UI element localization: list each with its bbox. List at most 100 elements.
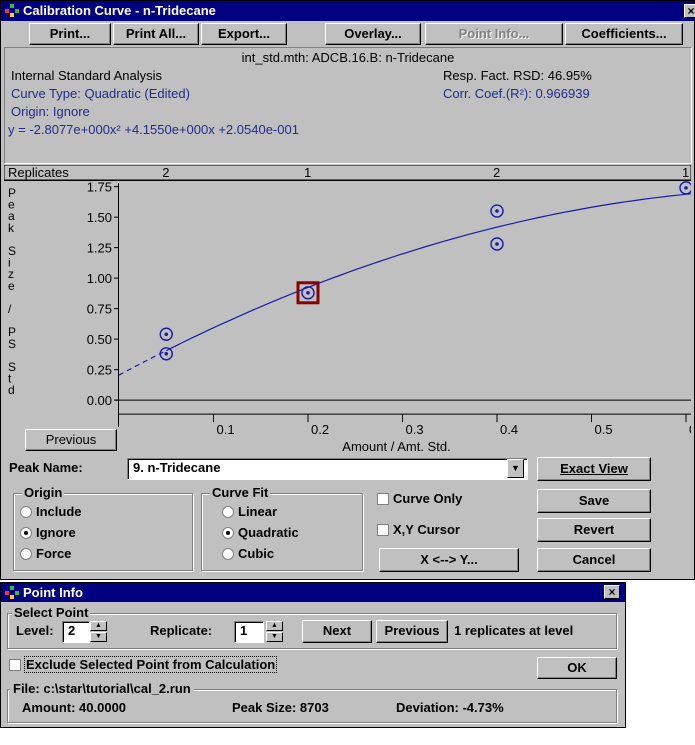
revert-button[interactable]: Revert: [537, 518, 651, 542]
overlay-button[interactable]: Overlay...: [325, 23, 421, 45]
y-axis-label-char: k: [8, 221, 15, 235]
curve-fit-cubic-radio[interactable]: Cubic: [222, 546, 274, 562]
close-icon[interactable]: ×: [684, 4, 695, 18]
point-info-button-label: Point Info...: [458, 26, 530, 41]
data-point-center: [495, 242, 499, 246]
chevron-down-icon[interactable]: ▼: [266, 632, 283, 642]
correlation-coefficient: Corr. Coef.(R²): 0.966939: [443, 86, 590, 101]
origin-include-label: Include: [36, 504, 82, 519]
level-stepper[interactable]: ▲ ▼: [90, 621, 107, 643]
save-button[interactable]: Save: [537, 489, 651, 513]
curve-only-checkbox[interactable]: Curve Only: [377, 491, 462, 507]
deviation-value: Deviation: -4.73%: [396, 700, 504, 715]
print-button[interactable]: Print...: [29, 23, 111, 45]
data-point-center: [495, 209, 499, 213]
point-info-title: Point Info: [23, 585, 83, 600]
curve-fit-radio-circle: [222, 527, 234, 539]
window-title: Calibration Curve - n-Tridecane: [23, 3, 216, 18]
replicate-count: 2: [162, 165, 169, 180]
chevron-down-icon[interactable]: ▼: [90, 632, 107, 642]
curve-fit-linear-radio[interactable]: Linear: [222, 504, 277, 520]
ok-label: OK: [567, 660, 587, 675]
origin-ignore-radio[interactable]: Ignore: [20, 525, 76, 541]
export-button[interactable]: Export...: [201, 23, 287, 45]
exclude-point-label: Exclude Selected Point from Calculation: [23, 656, 278, 673]
exact-view-button[interactable]: Exact View: [537, 457, 651, 481]
y-tick-label: 1.75: [87, 180, 112, 195]
curve-fit-group: Curve Fit Linear Quadratic Cubic: [201, 485, 363, 571]
origin-radio-circle: [20, 527, 32, 539]
data-point-center: [164, 351, 169, 356]
chevron-up-icon[interactable]: ▲: [90, 621, 107, 631]
level-input[interactable]: 2: [62, 621, 90, 643]
curve-fit-linear-label: Linear: [238, 504, 278, 519]
origin-force-label: Force: [36, 546, 72, 561]
y-axis-label-char: d: [8, 383, 15, 397]
chevron-down-icon[interactable]: ▼: [507, 459, 524, 478]
info-panel: int_std.mth: ADCB.16.B: n-Tridecane Inte…: [4, 47, 692, 164]
replicate-stepper[interactable]: ▲ ▼: [266, 621, 283, 643]
replicates-label: Replicates: [8, 165, 69, 180]
previous-tab-label: Previous: [45, 432, 97, 447]
print-all-button[interactable]: Print All...: [113, 23, 199, 45]
y-tick-label: 1.00: [87, 271, 112, 286]
swap-xy-label: X <--> Y...: [420, 552, 478, 567]
data-point-center: [164, 332, 169, 337]
chevron-up-icon[interactable]: ▲: [266, 621, 283, 631]
calibration-titlebar[interactable]: Calibration Curve - n-Tridecane: [1, 1, 694, 21]
coefficients-button[interactable]: Coefficients...: [565, 23, 683, 45]
coefficients-button-label: Coefficients...: [581, 26, 667, 41]
previous-tab[interactable]: Previous: [25, 429, 117, 451]
calibration-chart[interactable]: Replicates 2 1 2 1 0.00 0.25 0.50 0.75 1.00 1.25 1.…: [4, 165, 691, 455]
previous-label: Previous: [384, 623, 440, 638]
ok-button[interactable]: OK: [537, 657, 617, 679]
replicates-strip: [4, 165, 691, 181]
exclude-point-checkbox[interactable]: Exclude Selected Point from Calculation: [9, 656, 278, 673]
cancel-button[interactable]: Cancel: [537, 548, 651, 572]
curve-fit-quadratic-radio[interactable]: Quadratic: [222, 525, 299, 541]
curve-fit-quadratic-label: Quadratic: [238, 525, 299, 540]
origin-include-radio[interactable]: Include: [20, 504, 82, 520]
peak-name-label: Peak Name:: [9, 460, 83, 475]
xy-cursor-checkbox[interactable]: X,Y Cursor: [377, 522, 460, 538]
x-tick-label: 0.2: [311, 422, 329, 437]
peak-name-select[interactable]: 9. n-Tridecane: [127, 458, 528, 480]
point-info-dialog: Point Info × Select Point Level: 2 ▲ ▼ R…: [0, 582, 626, 728]
select-point-group: Select Point Level: 2 ▲ ▼ Replicate: 1 ▲…: [7, 605, 617, 649]
origin-setting: Origin: Ignore: [11, 104, 90, 119]
origin-force-radio[interactable]: Force: [20, 546, 71, 562]
rsd-value: Resp. Fact. RSD: 46.95%: [443, 68, 592, 83]
analysis-type: Internal Standard Analysis: [11, 68, 163, 83]
x-tick-label: 0.1: [217, 422, 235, 437]
x-tick-label: 0.5: [595, 422, 613, 437]
close-icon[interactable]: ×: [604, 585, 620, 599]
select-point-title: Select Point: [12, 605, 91, 621]
y-tick-label: 1.50: [87, 210, 112, 225]
export-button-label: Export...: [217, 26, 270, 41]
replicate-input[interactable]: 1: [234, 621, 264, 643]
y-axis-label-char: e: [8, 279, 15, 293]
y-tick-label: 0.00: [87, 393, 112, 408]
x-tick-label: 0.3: [406, 422, 424, 437]
point-info-titlebar[interactable]: Point Info: [1, 583, 625, 602]
level-label: Level:: [16, 623, 54, 638]
cancel-label: Cancel: [572, 552, 616, 567]
file-info-group: File: c:\star\tutorial\cal_2.run Amount:…: [7, 681, 617, 723]
origin-radio-circle: [20, 548, 32, 560]
curve-fit-cubic-label: Cubic: [238, 546, 275, 561]
origin-radio-circle: [20, 506, 32, 518]
swap-xy-button[interactable]: X <--> Y...: [379, 548, 519, 572]
x-tick-label: 0.4: [500, 422, 518, 437]
origin-group-title: Origin: [22, 485, 65, 501]
next-button[interactable]: Next: [302, 620, 372, 643]
save-label: Save: [578, 493, 610, 508]
y-axis-label-char: S: [8, 337, 16, 351]
replicate-value: 1: [240, 623, 248, 638]
overlay-button-label: Overlay...: [344, 26, 402, 41]
y-tick-label: 0.50: [87, 332, 112, 347]
peak-size-value: Peak Size: 8703: [232, 700, 329, 715]
previous-button[interactable]: Previous: [376, 620, 448, 643]
y-tick-label: 0.75: [87, 302, 112, 317]
amount-value: Amount: 40.0000: [22, 700, 127, 715]
point-info-button[interactable]: Point Info...: [425, 23, 563, 45]
